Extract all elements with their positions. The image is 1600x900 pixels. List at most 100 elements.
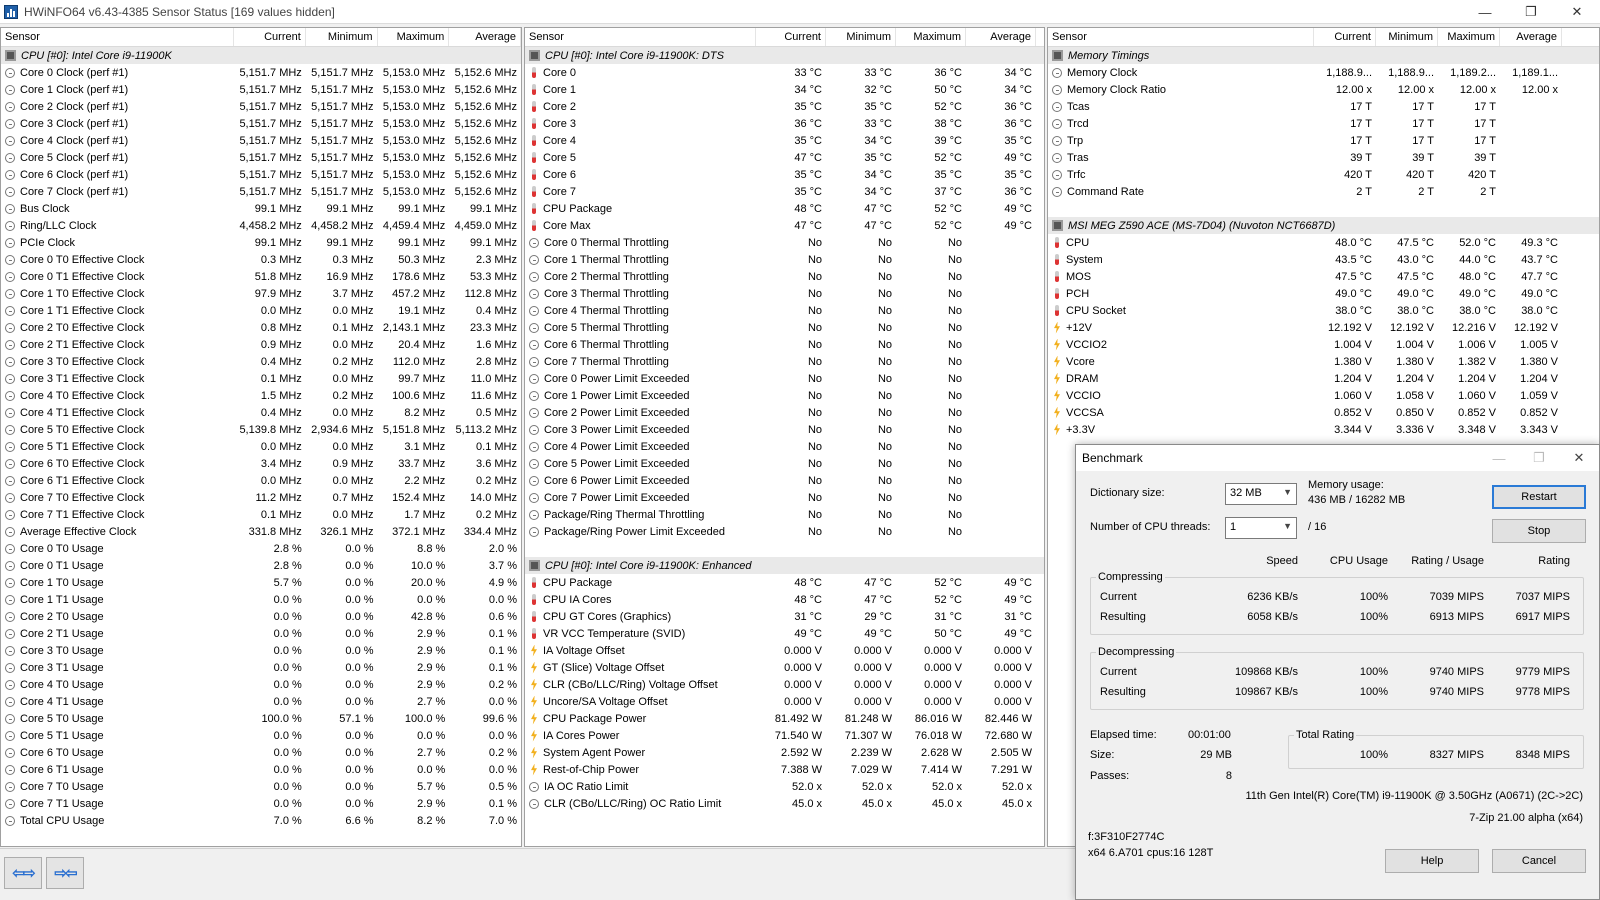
sensor-group-header[interactable]: CPU [#0]: Intel Core i9-11900K: Enhanced bbox=[525, 557, 1044, 574]
sensor-row[interactable]: Core 7 T0 Usage 0.0 % 0.0 % 5.7 % 0.5 % bbox=[1, 778, 521, 795]
sensor-row[interactable]: Core 5 Power Limit Exceeded No No No bbox=[525, 455, 1044, 472]
sensor-row[interactable]: VCCIO2 1.004 V 1.004 V 1.006 V 1.005 V bbox=[1048, 336, 1599, 353]
sensor-row[interactable]: GT (Slice) Voltage Offset 0.000 V 0.000 V 0… bbox=[525, 659, 1044, 676]
sensor-row[interactable]: DRAM 1.204 V 1.204 V 1.204 V 1.204 V bbox=[1048, 370, 1599, 387]
sensor-row[interactable]: CLR (CBo/LLC/Ring) Voltage Offset 0.000 V… bbox=[525, 676, 1044, 693]
sensor-group-header[interactable]: CPU [#0]: Intel Core i9-11900K bbox=[1, 47, 521, 64]
sensor-row[interactable]: Core 0 T0 Effective Clock 0.3 MHz 0.3 MHz 5… bbox=[1, 251, 521, 268]
navigate-jump-icon[interactable]: ⇨⇦ bbox=[46, 857, 84, 889]
sensor-row[interactable]: Core 1 Power Limit Exceeded No No No bbox=[525, 387, 1044, 404]
sensor-row[interactable]: Ring/LLC Clock 4,458.2 MHz 4,458.2 MHz 4,45… bbox=[1, 217, 521, 234]
dictionary-size-select[interactable]: 32 MB ▼ bbox=[1225, 483, 1297, 505]
sensor-row[interactable]: System 43.5 °C 43.0 °C 44.0 °C 43.7 °C bbox=[1048, 251, 1599, 268]
sensor-row[interactable]: Vcore 1.380 V 1.380 V 1.382 V 1.380 V bbox=[1048, 353, 1599, 370]
sensor-row[interactable]: Core 1 Thermal Throttling No No No bbox=[525, 251, 1044, 268]
sensor-row[interactable]: Core 2 T1 Effective Clock 0.9 MHz 0.0 MHz 2… bbox=[1, 336, 521, 353]
sensor-row[interactable]: Total CPU Usage 7.0 % 6.6 % 8.2 % 7.0 % bbox=[1, 812, 521, 829]
sensor-row[interactable]: CPU Socket 38.0 °C 38.0 °C 38.0 °C 38.0 °C bbox=[1048, 302, 1599, 319]
sensor-row[interactable]: Core 1 T0 Usage 5.7 % 0.0 % 20.0 % 4.9 % bbox=[1, 574, 521, 591]
sensor-row[interactable]: Core 5 47 °C 35 °C 52 °C 49 °C bbox=[525, 149, 1044, 166]
sensor-row[interactable]: Rest-of-Chip Power 7.388 W 7.029 W 7.414 W 7… bbox=[525, 761, 1044, 778]
minimize-button[interactable]: — bbox=[1462, 0, 1508, 24]
sensor-row[interactable]: VR VCC Temperature (SVID) 49 °C 49 °C 50 °C… bbox=[525, 625, 1044, 642]
sensor-row[interactable]: Core 6 Clock (perf #1) 5,151.7 MHz 5,151.7… bbox=[1, 166, 521, 183]
sensor-row[interactable]: Tcas 17 T 17 T 17 T bbox=[1048, 98, 1599, 115]
close-button[interactable]: ✕ bbox=[1554, 0, 1600, 24]
sensor-row[interactable]: Core 7 T0 Effective Clock 11.2 MHz 0.7 MHz… bbox=[1, 489, 521, 506]
header-sensor[interactable]: Sensor bbox=[1, 28, 235, 46]
sensor-row[interactable]: Core 0 T1 Effective Clock 51.8 MHz 16.9 MH… bbox=[1, 268, 521, 285]
sensor-row[interactable]: Core 6 T1 Usage 0.0 % 0.0 % 0.0 % 0.0 % bbox=[1, 761, 521, 778]
sensor-row[interactable]: System Agent Power 2.592 W 2.239 W 2.628 W 2… bbox=[525, 744, 1044, 761]
sensor-row[interactable]: Core 2 Clock (perf #1) 5,151.7 MHz 5,151.7… bbox=[1, 98, 521, 115]
sensor-row[interactable]: +3.3V 3.344 V 3.336 V 3.348 V 3.343 V bbox=[1048, 421, 1599, 438]
sensor-row[interactable]: Core 2 T0 Usage 0.0 % 0.0 % 42.8 % 0.6 % bbox=[1, 608, 521, 625]
cancel-button[interactable]: Cancel bbox=[1492, 849, 1586, 873]
sensor-group-header[interactable]: CPU [#0]: Intel Core i9-11900K: DTS bbox=[525, 47, 1044, 64]
header-maximum[interactable]: Maximum bbox=[378, 28, 450, 46]
sensor-row[interactable]: Core 6 Thermal Throttling No No No bbox=[525, 336, 1044, 353]
sensor-row[interactable]: Core 0 T1 Usage 2.8 % 0.0 % 10.0 % 3.7 % bbox=[1, 557, 521, 574]
sensor-row[interactable]: Core 0 33 °C 33 °C 36 °C 34 °C bbox=[525, 64, 1044, 81]
sensor-group-header[interactable]: Memory Timings bbox=[1048, 47, 1599, 64]
header-current[interactable]: Current bbox=[1314, 28, 1376, 46]
sensor-row[interactable]: CPU Package 48 °C 47 °C 52 °C 49 °C bbox=[525, 200, 1044, 217]
sensor-row[interactable]: Core 5 T1 Usage 0.0 % 0.0 % 0.0 % 0.0 % bbox=[1, 727, 521, 744]
header-maximum[interactable]: Maximum bbox=[1438, 28, 1500, 46]
sensor-row[interactable]: Core 4 Clock (perf #1) 5,151.7 MHz 5,151.7… bbox=[1, 132, 521, 149]
close-button[interactable]: ✕ bbox=[1559, 445, 1599, 471]
sensor-row[interactable]: Trfc 420 T 420 T 420 T bbox=[1048, 166, 1599, 183]
header-minimum[interactable]: Minimum bbox=[1376, 28, 1438, 46]
sensor-row[interactable]: Core 0 Thermal Throttling No No No bbox=[525, 234, 1044, 251]
sensor-row[interactable]: Core 2 Power Limit Exceeded No No No bbox=[525, 404, 1044, 421]
sensor-row[interactable]: Core 1 T0 Effective Clock 97.9 MHz 3.7 MHz… bbox=[1, 285, 521, 302]
header-sensor[interactable]: Sensor bbox=[525, 28, 756, 46]
header-current[interactable]: Current bbox=[756, 28, 826, 46]
sensor-row[interactable]: Core 1 T1 Effective Clock 0.0 MHz 0.0 MHz 1… bbox=[1, 302, 521, 319]
sensor-row[interactable]: Core 4 T0 Effective Clock 1.5 MHz 0.2 MHz 1… bbox=[1, 387, 521, 404]
sensor-row[interactable]: Core 1 34 °C 32 °C 50 °C 34 °C bbox=[525, 81, 1044, 98]
sensor-row[interactable]: Memory Clock Ratio 12.00 x 12.00 x 12.00 x 1… bbox=[1048, 81, 1599, 98]
stop-button[interactable]: Stop bbox=[1492, 519, 1586, 543]
sensor-row[interactable]: Core 5 T0 Effective Clock 5,139.8 MHz 2,93… bbox=[1, 421, 521, 438]
sensor-row[interactable]: CPU GT Cores (Graphics) 31 °C 29 °C 31 °C 31… bbox=[525, 608, 1044, 625]
sensor-row[interactable]: Core 7 Power Limit Exceeded No No No bbox=[525, 489, 1044, 506]
sensor-row[interactable]: VCCSA 0.852 V 0.850 V 0.852 V 0.852 V bbox=[1048, 404, 1599, 421]
sensor-group-header[interactable]: MSI MEG Z590 ACE (MS-7D04) (Nuvoton NCT6… bbox=[1048, 217, 1599, 234]
sensor-row[interactable]: CPU IA Cores 48 °C 47 °C 52 °C 49 °C bbox=[525, 591, 1044, 608]
sensor-row[interactable]: Trcd 17 T 17 T 17 T bbox=[1048, 115, 1599, 132]
sensor-row[interactable]: Core 1 Clock (perf #1) 5,151.7 MHz 5,151.7… bbox=[1, 81, 521, 98]
sensor-row[interactable]: Core Max 47 °C 47 °C 52 °C 49 °C bbox=[525, 217, 1044, 234]
sensor-row[interactable]: CPU Package 48 °C 47 °C 52 °C 49 °C bbox=[525, 574, 1044, 591]
cpu-threads-select[interactable]: 1 ▼ bbox=[1225, 517, 1297, 539]
sensor-row[interactable]: Core 3 T1 Usage 0.0 % 0.0 % 2.9 % 0.1 % bbox=[1, 659, 521, 676]
sensor-row[interactable]: Core 3 Clock (perf #1) 5,151.7 MHz 5,151.7… bbox=[1, 115, 521, 132]
maximize-button[interactable]: ❐ bbox=[1508, 0, 1554, 24]
sensor-row[interactable]: Core 5 T1 Effective Clock 0.0 MHz 0.0 MHz 3… bbox=[1, 438, 521, 455]
sensor-row[interactable]: Core 3 T1 Effective Clock 0.1 MHz 0.0 MHz 9… bbox=[1, 370, 521, 387]
sensor-pane-cpu-clocks[interactable]: Sensor Current Minimum Maximum Average C… bbox=[0, 27, 522, 847]
sensor-row[interactable]: Core 6 T1 Effective Clock 0.0 MHz 0.0 MHz 2… bbox=[1, 472, 521, 489]
sensor-row[interactable]: IA OC Ratio Limit 52.0 x 52.0 x 52.0 x 52.0 … bbox=[525, 778, 1044, 795]
sensor-row[interactable]: Core 1 T1 Usage 0.0 % 0.0 % 0.0 % 0.0 % bbox=[1, 591, 521, 608]
header-sensor[interactable]: Sensor bbox=[1048, 28, 1314, 46]
sensor-row[interactable]: Core 2 T0 Effective Clock 0.8 MHz 0.1 MHz 2… bbox=[1, 319, 521, 336]
sensor-row[interactable]: CPU 48.0 °C 47.5 °C 52.0 °C 49.3 °C bbox=[1048, 234, 1599, 251]
sensor-row[interactable]: Bus Clock 99.1 MHz 99.1 MHz 99.1 MHz 99.1 MH… bbox=[1, 200, 521, 217]
sensor-row[interactable]: Core 3 Power Limit Exceeded No No No bbox=[525, 421, 1044, 438]
sensor-row[interactable]: Package/Ring Power Limit Exceeded No No No bbox=[525, 523, 1044, 540]
sensor-row[interactable]: Core 5 Thermal Throttling No No No bbox=[525, 319, 1044, 336]
sensor-row[interactable]: Core 5 T0 Usage 100.0 % 57.1 % 100.0 % 99.6 … bbox=[1, 710, 521, 727]
sensor-pane-cpu-dts[interactable]: Sensor Current Minimum Maximum Average C… bbox=[524, 27, 1045, 847]
sensor-row[interactable]: Tras 39 T 39 T 39 T bbox=[1048, 149, 1599, 166]
sensor-row[interactable]: Core 4 35 °C 34 °C 39 °C 35 °C bbox=[525, 132, 1044, 149]
sensor-row[interactable]: IA Cores Power 71.540 W 71.307 W 76.018 W 72… bbox=[525, 727, 1044, 744]
sensor-row[interactable]: Core 7 35 °C 34 °C 37 °C 36 °C bbox=[525, 183, 1044, 200]
sensor-row[interactable]: Core 3 Thermal Throttling No No No bbox=[525, 285, 1044, 302]
help-button[interactable]: Help bbox=[1385, 849, 1479, 873]
header-current[interactable]: Current bbox=[234, 28, 306, 46]
sensor-row[interactable]: Core 6 T0 Effective Clock 3.4 MHz 0.9 MHz 3… bbox=[1, 455, 521, 472]
sensor-row[interactable]: Core 0 Clock (perf #1) 5,151.7 MHz 5,151.7… bbox=[1, 64, 521, 81]
sensor-row[interactable]: Core 6 35 °C 34 °C 35 °C 35 °C bbox=[525, 166, 1044, 183]
sensor-row[interactable]: Core 3 36 °C 33 °C 38 °C 36 °C bbox=[525, 115, 1044, 132]
